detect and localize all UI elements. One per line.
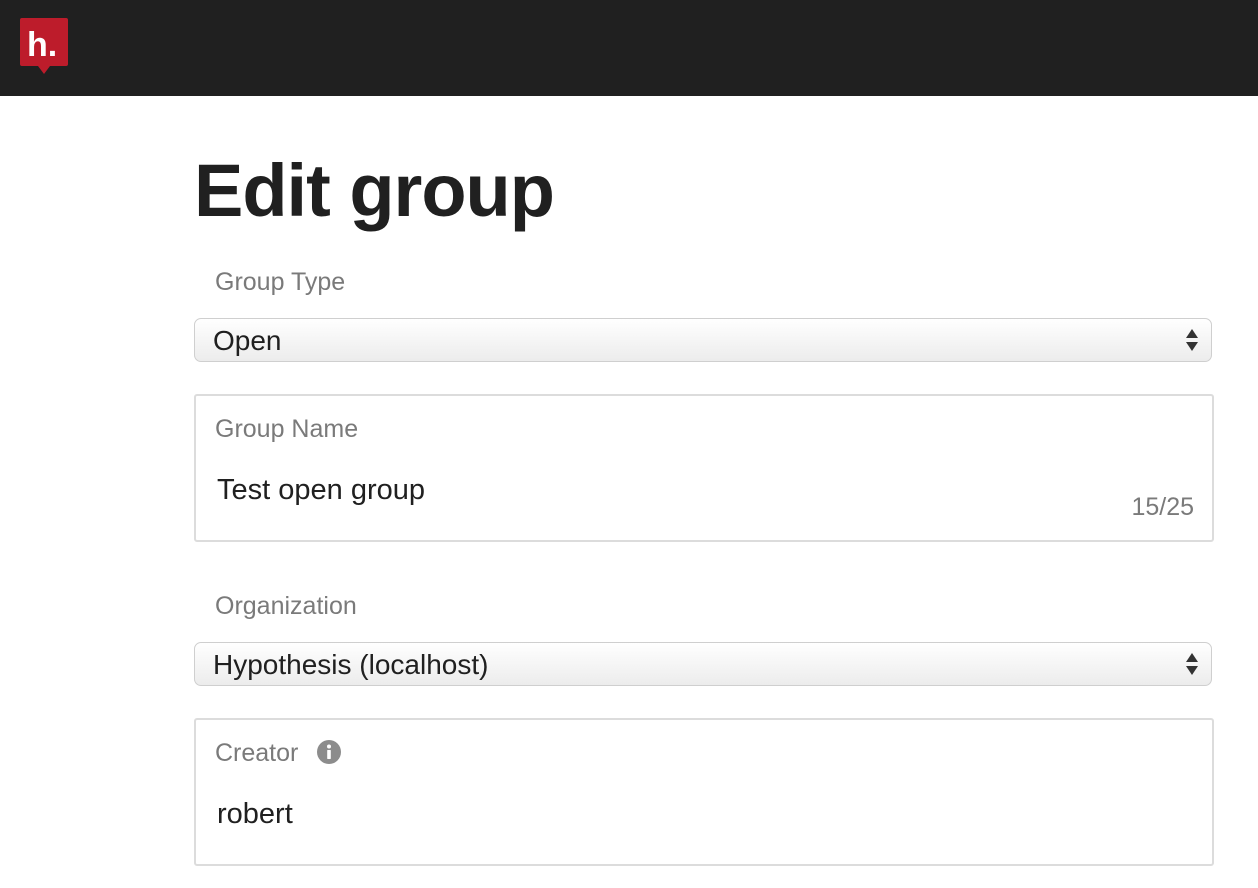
creator-field[interactable]: Creator robert [194, 718, 1214, 866]
organization-value: Hypothesis (localhost) [213, 649, 489, 680]
creator-label-row: Creator [215, 738, 342, 768]
top-bar: h. [0, 0, 1258, 96]
select-arrows-icon [1186, 653, 1198, 675]
group-type-value: Open [213, 325, 282, 356]
hypothesis-logo-icon: h. [20, 18, 68, 74]
page-title: Edit group [194, 149, 555, 232]
creator-label: Creator [215, 739, 299, 767]
character-counter: 15/25 [1131, 493, 1194, 521]
group-name-field[interactable]: Group Name Test open group 15/25 [194, 394, 1214, 542]
hypothesis-logo[interactable]: h. [20, 18, 68, 74]
group-name-input[interactable]: Test open group [217, 472, 425, 508]
info-icon[interactable] [317, 740, 342, 765]
select-arrows-icon [1186, 329, 1198, 351]
group-type-label: Group Type [215, 268, 346, 296]
creator-input[interactable]: robert [217, 796, 293, 832]
group-type-select[interactable]: Open [194, 318, 1212, 362]
group-name-label: Group Name [215, 415, 359, 443]
svg-text:h.: h. [27, 26, 57, 64]
organization-label: Organization [215, 592, 357, 620]
organization-select[interactable]: Hypothesis (localhost) [194, 642, 1212, 686]
